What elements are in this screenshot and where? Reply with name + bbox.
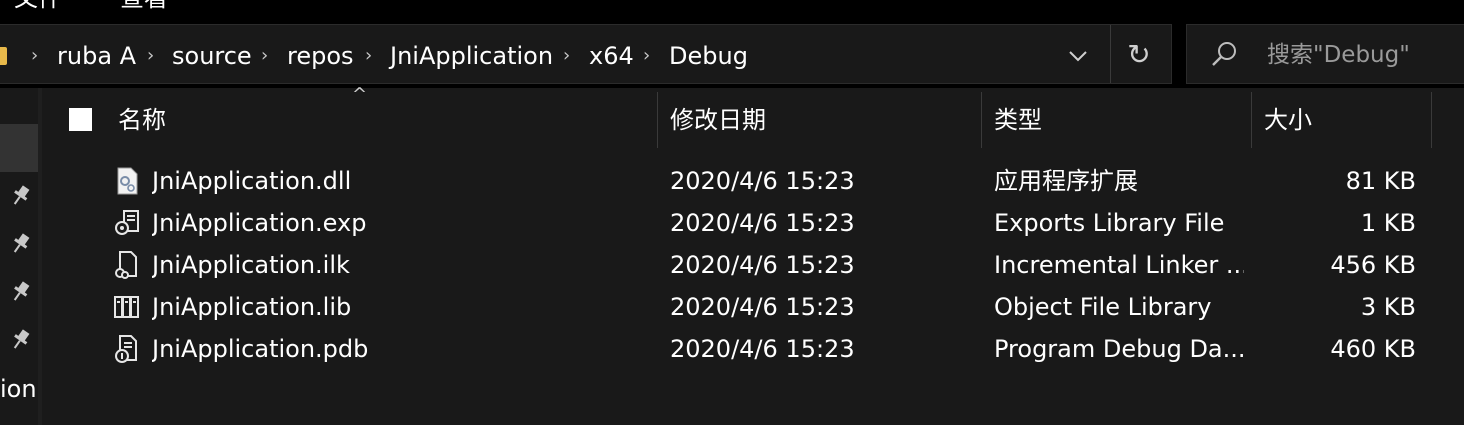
file-modified: 2020/4/6 15:23 [670,209,855,237]
address-history-dropdown-icon[interactable] [1063,39,1093,73]
column-header-type[interactable]: 类型 [994,92,1249,148]
pin-icon[interactable] [8,326,34,352]
file-name: JniApplication.pdb [152,335,369,363]
refresh-icon[interactable]: ↻ [1121,37,1157,73]
search-input[interactable] [1267,38,1464,72]
file-name: JniApplication.dll [152,167,352,195]
file-explorer-window: 文件 查看 › ruba A › source › repos › JniApp… [0,0,1464,425]
file-row[interactable]: JniApplication.dll 2020/4/6 15:23 应用程序扩展… [42,160,1464,202]
pdb-file-icon [115,335,137,363]
pin-icon[interactable] [8,278,34,304]
breadcrumb-source[interactable]: source [172,39,252,73]
breadcrumb-debug[interactable]: Debug [669,39,748,73]
folder-icon [0,47,7,65]
nav-item-label[interactable]: ion [0,372,37,406]
file-size: 81 KB [1345,167,1416,195]
exp-file-icon [115,210,139,235]
file-size: 456 KB [1330,251,1416,279]
file-size: 1 KB [1360,209,1416,237]
file-modified: 2020/4/6 15:23 [670,293,855,321]
menu-bar: 文件 查看 [0,0,1464,22]
column-header-name[interactable]: 名称 [118,92,656,148]
menu-item-view[interactable]: 查看 [120,0,168,10]
file-name: JniApplication.lib [152,293,352,321]
breadcrumb-separator[interactable]: › [563,39,570,73]
file-modified: 2020/4/6 15:23 [670,335,855,363]
column-divider[interactable] [1251,92,1252,148]
menu-item-file[interactable]: 文件 [14,0,62,10]
breadcrumb-x64[interactable]: x64 [589,39,634,73]
select-all-checkbox[interactable] [69,108,92,131]
file-size: 460 KB [1330,335,1416,363]
address-toolbar: › ruba A › source › repos › JniApplicati… [0,22,1464,88]
pin-icon[interactable] [8,182,34,208]
file-size: 3 KB [1360,293,1416,321]
file-type: Object File Library [994,293,1212,321]
file-name: JniApplication.exp [152,209,367,237]
file-type: Exports Library File [994,209,1225,237]
breadcrumb-ruba-a[interactable]: ruba A [57,39,136,73]
search-box[interactable] [1186,24,1464,84]
breadcrumb-separator[interactable]: › [31,39,38,73]
file-modified: 2020/4/6 15:23 [670,167,855,195]
file-row[interactable]: JniApplication.pdb 2020/4/6 15:23 Progra… [42,328,1464,370]
column-divider[interactable] [981,92,982,148]
pin-icon[interactable] [8,230,34,256]
breadcrumb-separator[interactable]: › [147,39,154,73]
navigation-pane: ion [0,88,42,425]
nav-item-selected[interactable] [0,124,38,172]
file-type: Program Debug Da... [994,335,1244,363]
lib-file-icon [114,296,139,318]
file-modified: 2020/4/6 15:23 [670,251,855,279]
breadcrumb-jniapplication[interactable]: JniApplication [390,39,553,73]
column-header-size[interactable]: 大小 [1264,92,1429,148]
column-header-modified[interactable]: 修改日期 [670,92,980,148]
column-divider[interactable] [1431,92,1432,148]
file-row[interactable]: JniApplication.exp 2020/4/6 15:23 Export… [42,202,1464,244]
breadcrumb-repos[interactable]: repos [287,39,354,73]
search-icon [1212,42,1236,66]
file-row[interactable]: JniApplication.ilk 2020/4/6 15:23 Increm… [42,244,1464,286]
address-bar[interactable]: › ruba A › source › repos › JniApplicati… [0,24,1172,84]
column-divider[interactable] [657,92,658,148]
breadcrumb-separator[interactable]: › [365,39,372,73]
file-type: 应用程序扩展 [994,167,1138,195]
file-name: JniApplication.ilk [152,251,350,279]
dll-file-icon [117,167,138,195]
breadcrumb-separator[interactable]: › [643,39,650,73]
address-divider [1110,25,1111,83]
breadcrumb-separator[interactable]: › [261,39,268,73]
file-type: Incremental Linker ... [994,251,1244,279]
file-row[interactable]: JniApplication.lib 2020/4/6 15:23 Object… [42,286,1464,328]
ilk-file-icon [115,251,137,279]
file-list: ^ 名称 修改日期 类型 大小 JniApplication.dll 2020/… [42,86,1464,425]
